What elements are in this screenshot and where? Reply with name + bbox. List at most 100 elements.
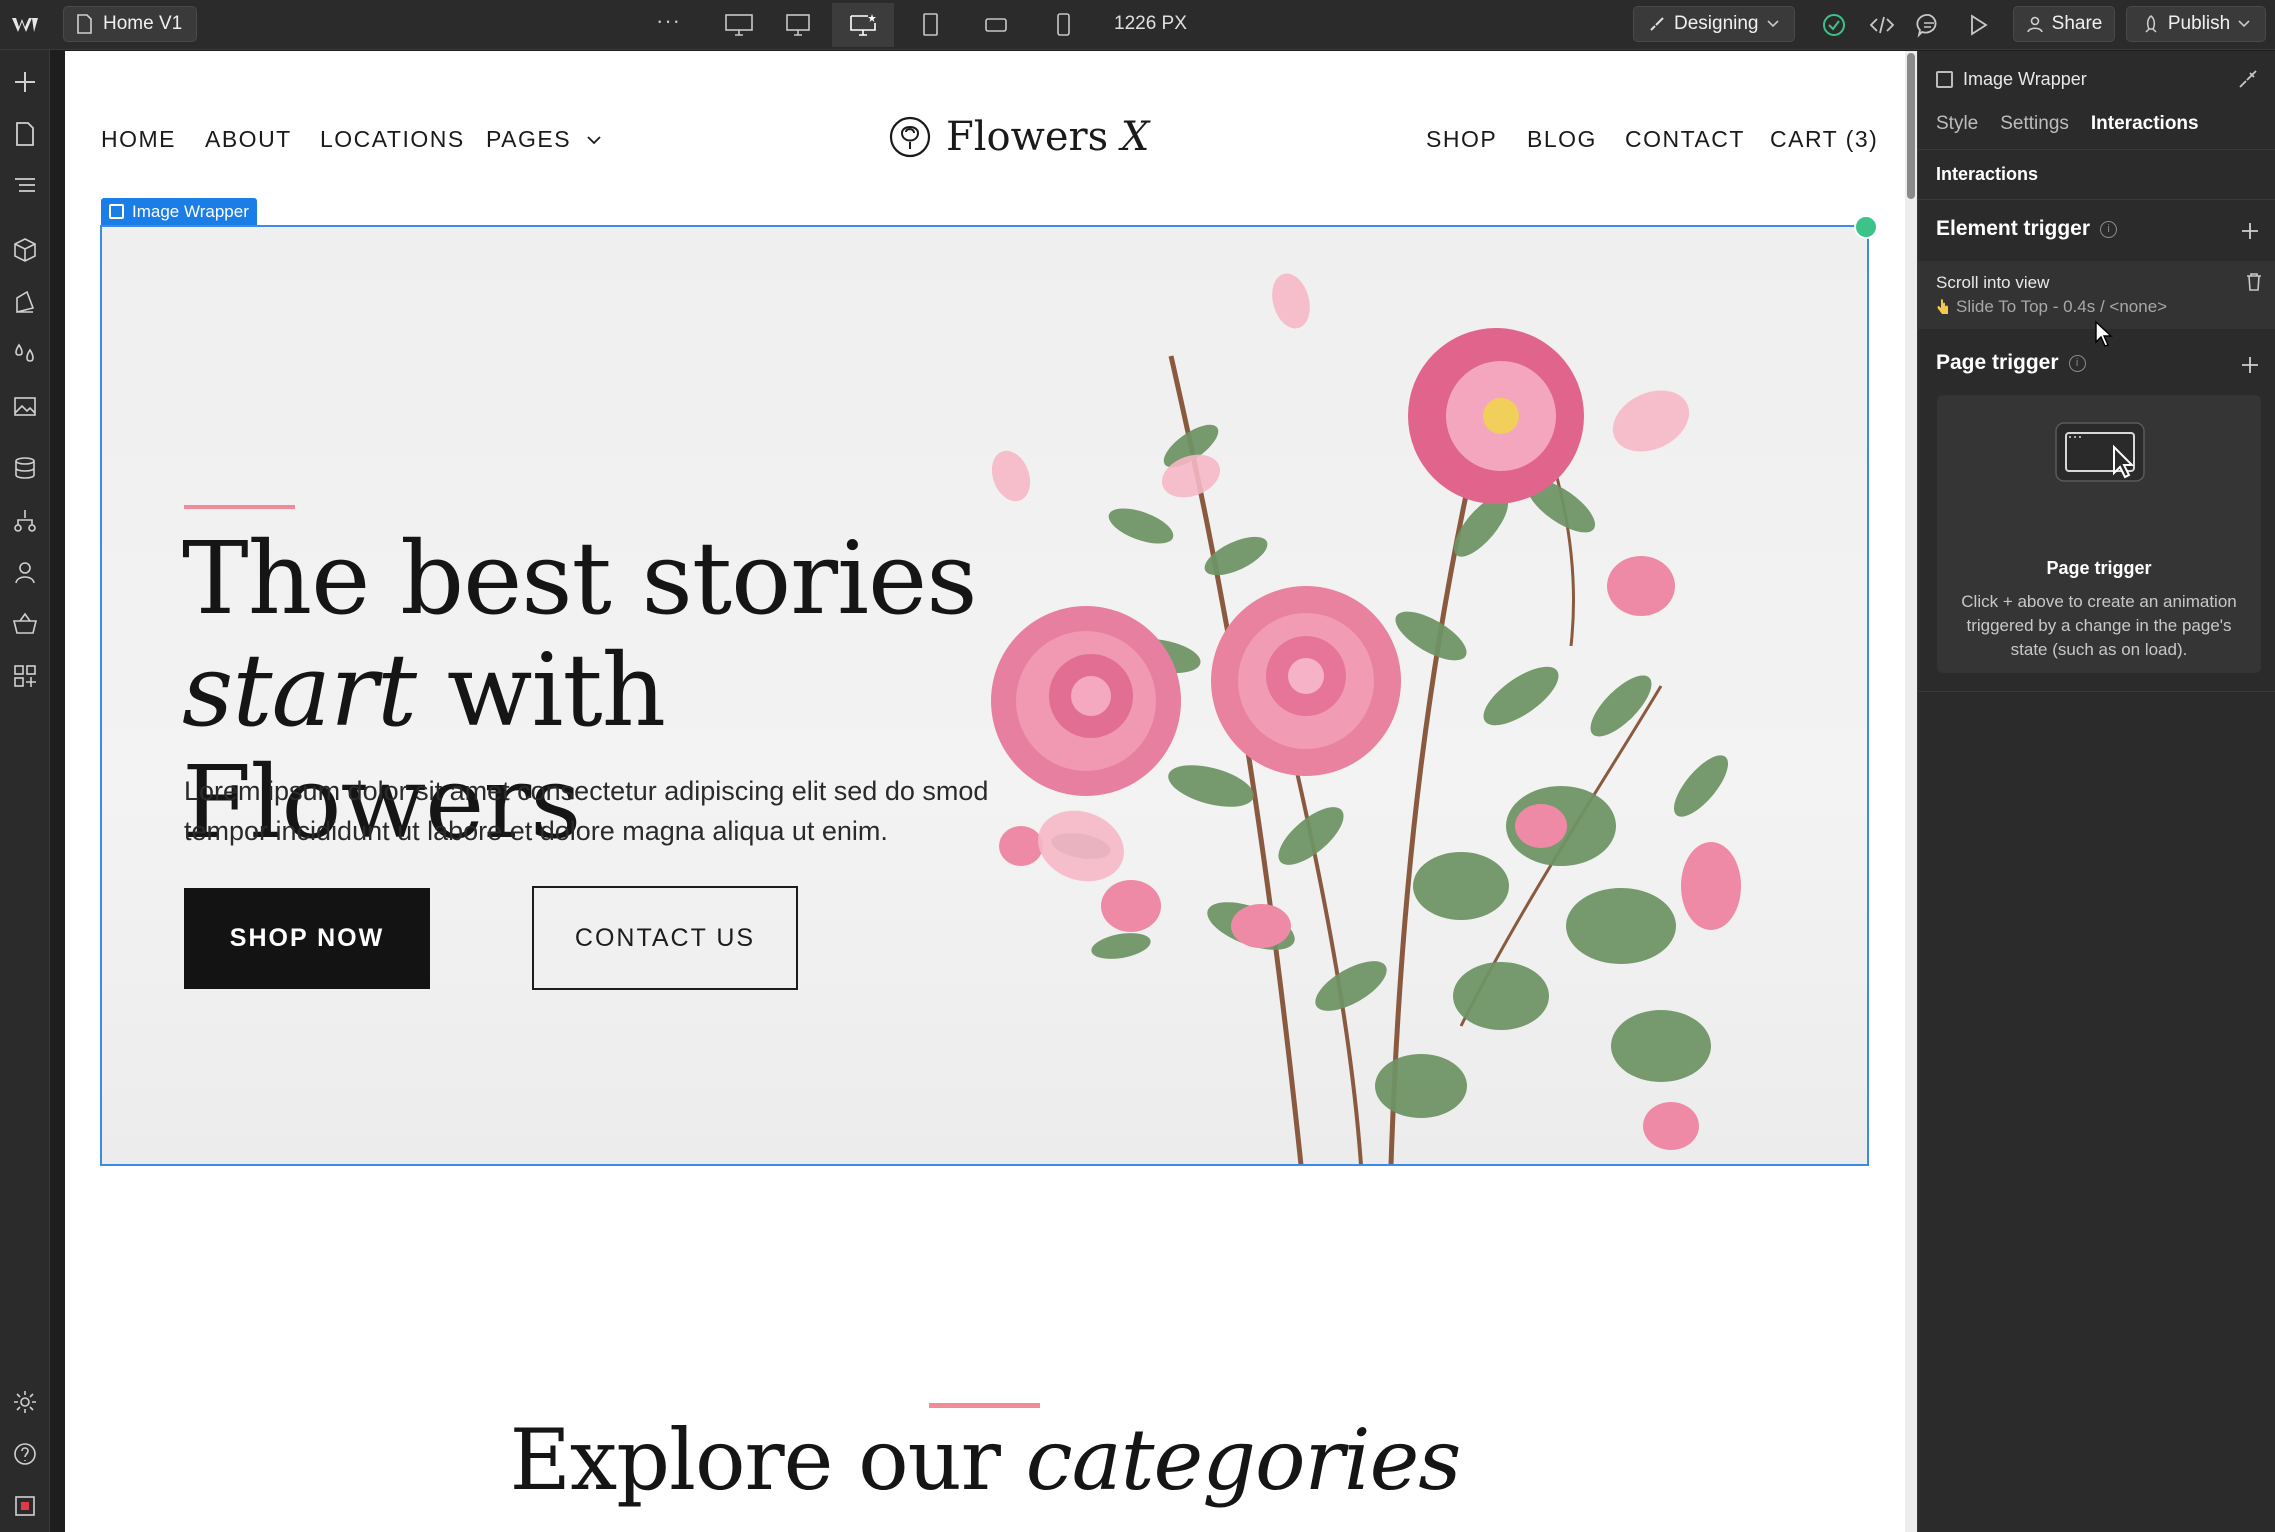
publish-button[interactable]: Publish xyxy=(2126,6,2266,42)
selection-label-text: Image Wrapper xyxy=(132,201,249,221)
webflow-logo-icon[interactable] xyxy=(10,10,42,40)
pages-icon[interactable] xyxy=(11,120,39,148)
desktop-star-icon xyxy=(850,14,876,36)
add-element-trigger-icon[interactable] xyxy=(2240,221,2260,241)
brush-icon xyxy=(1650,17,1664,31)
image-wrapper-hero[interactable]: The best stories start with Flowers Lore… xyxy=(101,226,1868,1165)
add-element-icon[interactable] xyxy=(11,68,39,96)
nav-link-home[interactable]: HOME xyxy=(101,126,176,153)
trigger-name: Scroll into view xyxy=(1936,273,2050,292)
right-panel: Image Wrapper Style Settings Interaction… xyxy=(1917,51,2275,1532)
categories-heading-emphasis: categories xyxy=(1025,1411,1462,1509)
info-icon[interactable]: i xyxy=(2100,220,2118,238)
help-icon[interactable] xyxy=(11,1440,39,1468)
info-icon[interactable]: i xyxy=(2068,354,2086,372)
assets-image-icon[interactable] xyxy=(11,392,39,420)
mode-label: Designing xyxy=(1674,13,1759,34)
breakpoint-mobile-portrait[interactable] xyxy=(1032,3,1094,47)
page-trigger-card-title: Page trigger xyxy=(2046,558,2152,578)
share-button[interactable]: Share xyxy=(2013,6,2115,42)
comment-icon[interactable] xyxy=(1915,11,1943,39)
hero-heading-emphasis: start xyxy=(182,632,417,749)
nav-link-cart[interactable]: CART (3) xyxy=(1770,126,1878,153)
monitor-icon xyxy=(786,14,810,36)
interactions-section-title: Interactions xyxy=(1936,164,2039,184)
tab-interactions[interactable]: Interactions xyxy=(2091,113,2199,135)
canvas-scroll-thumb[interactable] xyxy=(1907,53,1915,199)
pointer-hand-icon xyxy=(1937,299,1948,314)
nav-link-shop[interactable]: SHOP xyxy=(1426,126,1497,153)
shop-now-button[interactable]: SHOP NOW xyxy=(184,888,430,989)
breakpoint-desktop-xl[interactable] xyxy=(708,3,770,47)
code-icon[interactable] xyxy=(1868,11,1896,39)
users-icon[interactable] xyxy=(11,558,39,586)
breakpoint-desktop-l[interactable] xyxy=(767,3,829,47)
monitor-wide-icon xyxy=(725,14,753,36)
tab-settings[interactable]: Settings xyxy=(2000,113,2069,135)
saved-status-check-icon[interactable] xyxy=(1820,11,1848,39)
tabs-divider xyxy=(1918,149,2275,150)
more-options-icon[interactable]: ··· xyxy=(656,8,680,34)
categories-heading: Explore our categories xyxy=(65,1411,1905,1509)
chevron-down-icon xyxy=(587,136,601,145)
panel-tabs: Style Settings Interactions xyxy=(1936,113,2199,135)
tab-style[interactable]: Style xyxy=(1936,113,1978,135)
add-page-trigger-icon[interactable] xyxy=(2240,355,2260,375)
categories-heading-plain: Explore our xyxy=(509,1411,1026,1509)
page-trigger-empty-state: Page trigger Click + above to create an … xyxy=(1937,395,2261,673)
navigator-icon[interactable] xyxy=(11,172,39,200)
trigger-animation-detail: Slide To Top - 0.4s / <none> xyxy=(1956,297,2168,316)
trash-icon[interactable] xyxy=(2245,272,2263,292)
hero-heading-line1: The best stories xyxy=(182,520,978,637)
logic-flow-icon[interactable] xyxy=(11,506,39,534)
publish-label: Publish xyxy=(2167,13,2231,34)
record-stop-icon[interactable] xyxy=(11,1492,39,1520)
section-divider xyxy=(1918,199,2275,200)
breakpoint-tablet[interactable] xyxy=(899,3,961,47)
apps-grid-icon[interactable] xyxy=(11,662,39,690)
chevron-down-icon xyxy=(1766,20,1779,28)
trigger-detail: Slide To Top - 0.4s / <none> xyxy=(1936,297,2167,317)
design-canvas[interactable]: HOME ABOUT LOCATIONS PAGES Flowers X SHO… xyxy=(65,51,1905,1532)
brand-word: Flowers xyxy=(946,114,1109,160)
page-selector[interactable]: Home V1 xyxy=(63,6,198,42)
style-selectors-icon[interactable] xyxy=(11,288,39,316)
nav-link-contact[interactable]: CONTACT xyxy=(1625,126,1745,153)
selected-element-name: Image Wrapper xyxy=(1963,69,2087,89)
mouse-cursor-icon xyxy=(2095,320,2113,347)
nav-link-locations[interactable]: LOCATIONS xyxy=(320,126,465,153)
page-name: Home V1 xyxy=(103,13,183,34)
preview-play-icon[interactable] xyxy=(1964,11,1992,39)
categories-accent-line xyxy=(929,1403,1040,1408)
settings-gear-icon[interactable] xyxy=(11,1388,39,1416)
selected-element-header: Image Wrapper xyxy=(1936,69,2087,90)
breakpoint-desktop-base[interactable] xyxy=(832,3,894,47)
ecommerce-basket-icon[interactable] xyxy=(11,610,39,638)
mode-selector[interactable]: Designing xyxy=(1633,6,1795,42)
breakpoint-mobile-landscape[interactable] xyxy=(965,3,1027,47)
rose-logo-icon xyxy=(889,116,931,158)
element-square-icon xyxy=(109,204,124,219)
page-trigger-label: Page trigger xyxy=(1936,351,2059,374)
nav-link-pages[interactable]: PAGES xyxy=(486,126,601,153)
selection-label[interactable]: Image Wrapper xyxy=(101,198,257,225)
nav-link-about[interactable]: ABOUT xyxy=(205,126,292,153)
site-logo[interactable]: Flowers X xyxy=(888,114,1149,160)
canvas-scrollbar[interactable] xyxy=(1905,51,1917,1532)
element-square-icon xyxy=(1936,71,1953,88)
variables-drops-icon[interactable] xyxy=(11,340,39,368)
page-trigger-card-description: Click + above to create an animation tri… xyxy=(1961,592,2237,659)
interaction-bolt-icon[interactable] xyxy=(1854,215,1878,239)
cms-database-icon[interactable] xyxy=(11,454,39,482)
contact-us-button[interactable]: CONTACT US xyxy=(532,886,798,990)
hero-paragraph: Lorem ipsum dolor sit amet consectetur a… xyxy=(184,776,989,846)
left-toolbar xyxy=(0,50,50,1532)
top-toolbar: Home V1 ··· 1226 PX Designing Share Publ… xyxy=(0,0,2275,50)
paint-brush-icon[interactable] xyxy=(2236,67,2260,91)
components-icon[interactable] xyxy=(11,236,39,264)
element-trigger-row[interactable] xyxy=(1918,261,2275,329)
element-trigger-label: Element trigger xyxy=(1936,217,2091,240)
chevron-down-icon xyxy=(2238,20,2250,28)
nav-link-blog[interactable]: BLOG xyxy=(1527,126,1597,153)
browser-cursor-icon xyxy=(2055,422,2145,482)
